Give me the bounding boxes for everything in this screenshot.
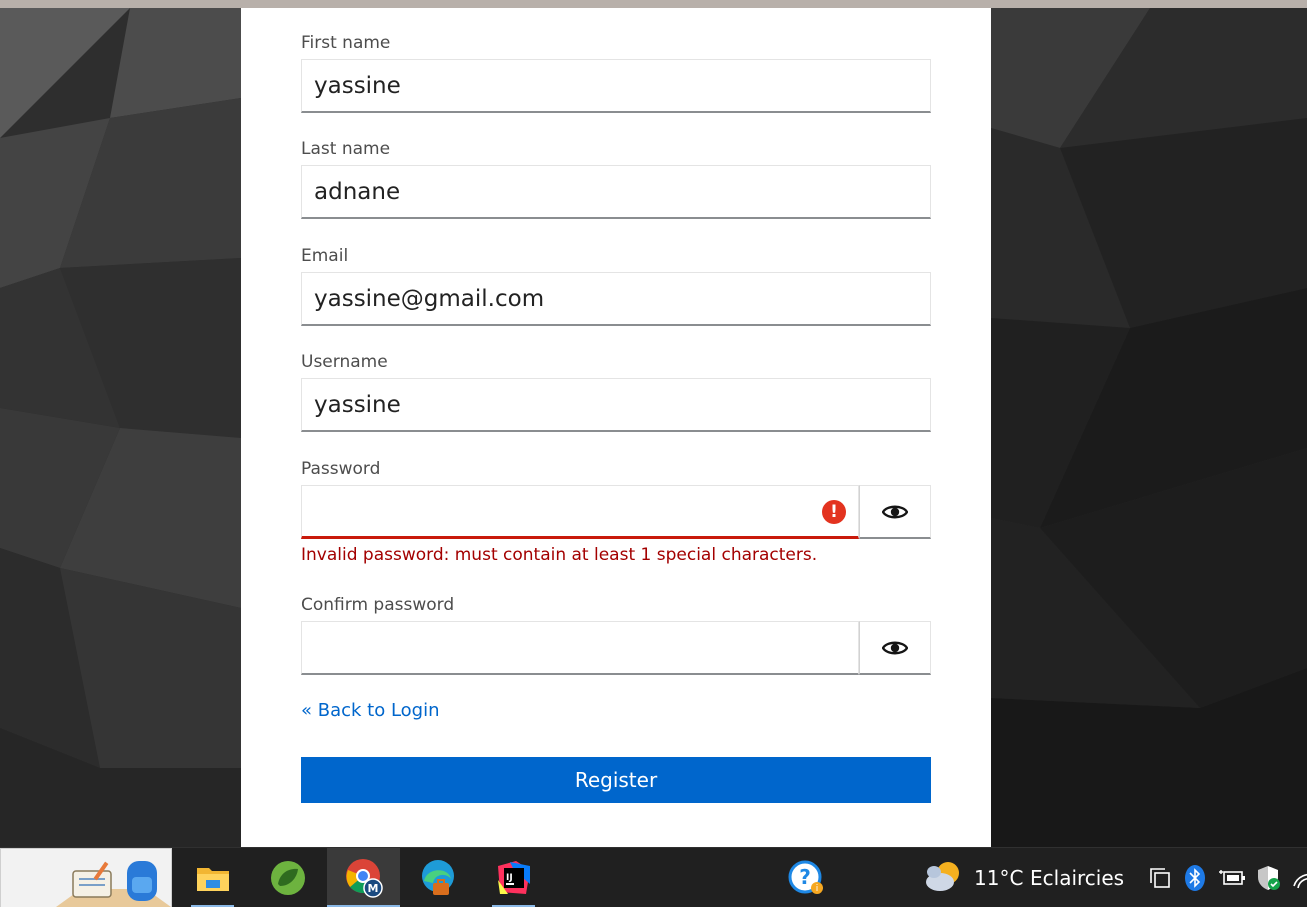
battery-icon: [1219, 870, 1245, 885]
chrome-button[interactable]: M: [327, 848, 400, 907]
intellij-button[interactable]: IJ: [477, 848, 550, 907]
password-field: Password ! Invalid password: must contai…: [301, 457, 931, 565]
taskbar: M IJ ? i 11°C Eclaircies: [0, 847, 1307, 907]
username-input[interactable]: yassine: [301, 378, 931, 432]
wifi-button[interactable]: [1292, 866, 1307, 892]
partly-cloudy-icon: [926, 862, 959, 891]
email-label: Email: [301, 246, 349, 266]
first-name-field: First name yassine: [301, 31, 931, 113]
file-explorer-button[interactable]: [176, 848, 249, 907]
username-label: Username: [301, 352, 388, 372]
confirm-password-label: Confirm password: [301, 595, 455, 615]
svg-text:IJ: IJ: [506, 873, 513, 883]
weather-widget[interactable]: 11°C Eclaircies: [920, 848, 1124, 907]
last-name-field: Last name adnane: [301, 137, 931, 219]
eye-icon: [882, 641, 908, 654]
eye-icon: [882, 505, 908, 518]
task-view-button[interactable]: [1148, 866, 1172, 890]
security-icon: [1258, 866, 1280, 890]
wifi-icon: [1293, 873, 1307, 889]
spring-tools-icon: [270, 861, 305, 895]
password-error-text: Invalid password: must contain at least …: [301, 545, 818, 565]
bluetooth-icon: [1185, 865, 1205, 891]
register-card: First name yassine Last name adnane Emai…: [241, 8, 991, 847]
register-button[interactable]: Register: [301, 757, 931, 803]
browser-top-edge: [0, 0, 1307, 8]
file-explorer-icon: [196, 868, 229, 891]
task-view-icon: [1150, 868, 1170, 888]
username-field: Username yassine: [301, 350, 931, 432]
weather-condition: Eclaircies: [1030, 866, 1125, 890]
email-input[interactable]: yassine@gmail.com: [301, 272, 931, 326]
show-password-button[interactable]: [859, 485, 931, 539]
email-field: Email yassine@gmail.com: [301, 244, 931, 326]
confirm-password-input[interactable]: [301, 621, 859, 675]
edge-icon: [421, 860, 454, 895]
password-label: Password: [301, 459, 381, 479]
help-icon: ? i: [788, 860, 823, 894]
bluetooth-button[interactable]: [1184, 864, 1206, 892]
intellij-icon: IJ: [497, 861, 530, 894]
edge-button[interactable]: [401, 848, 474, 907]
show-confirm-password-button[interactable]: [859, 621, 931, 675]
weather-temperature: 11°C: [974, 866, 1024, 890]
chrome-icon: M: [345, 859, 383, 898]
security-button[interactable]: [1256, 864, 1282, 892]
svg-text:i: i: [815, 884, 818, 894]
first-name-label: First name: [301, 33, 391, 53]
battery-button[interactable]: [1218, 868, 1246, 888]
svg-text:?: ?: [799, 865, 811, 889]
spring-tools-button[interactable]: [251, 848, 324, 907]
error-icon: !: [822, 500, 846, 524]
last-name-input[interactable]: adnane: [301, 165, 931, 219]
svg-text:M: M: [367, 882, 378, 895]
last-name-label: Last name: [301, 139, 391, 159]
help-button[interactable]: ? i: [770, 848, 843, 907]
widgets-app[interactable]: [0, 848, 172, 907]
confirm-password-field: Confirm password: [301, 593, 931, 675]
password-input[interactable]: !: [301, 485, 859, 539]
first-name-input[interactable]: yassine: [301, 59, 931, 113]
notebook-icon: [56, 861, 171, 907]
back-to-login-link[interactable]: « Back to Login: [301, 700, 440, 721]
